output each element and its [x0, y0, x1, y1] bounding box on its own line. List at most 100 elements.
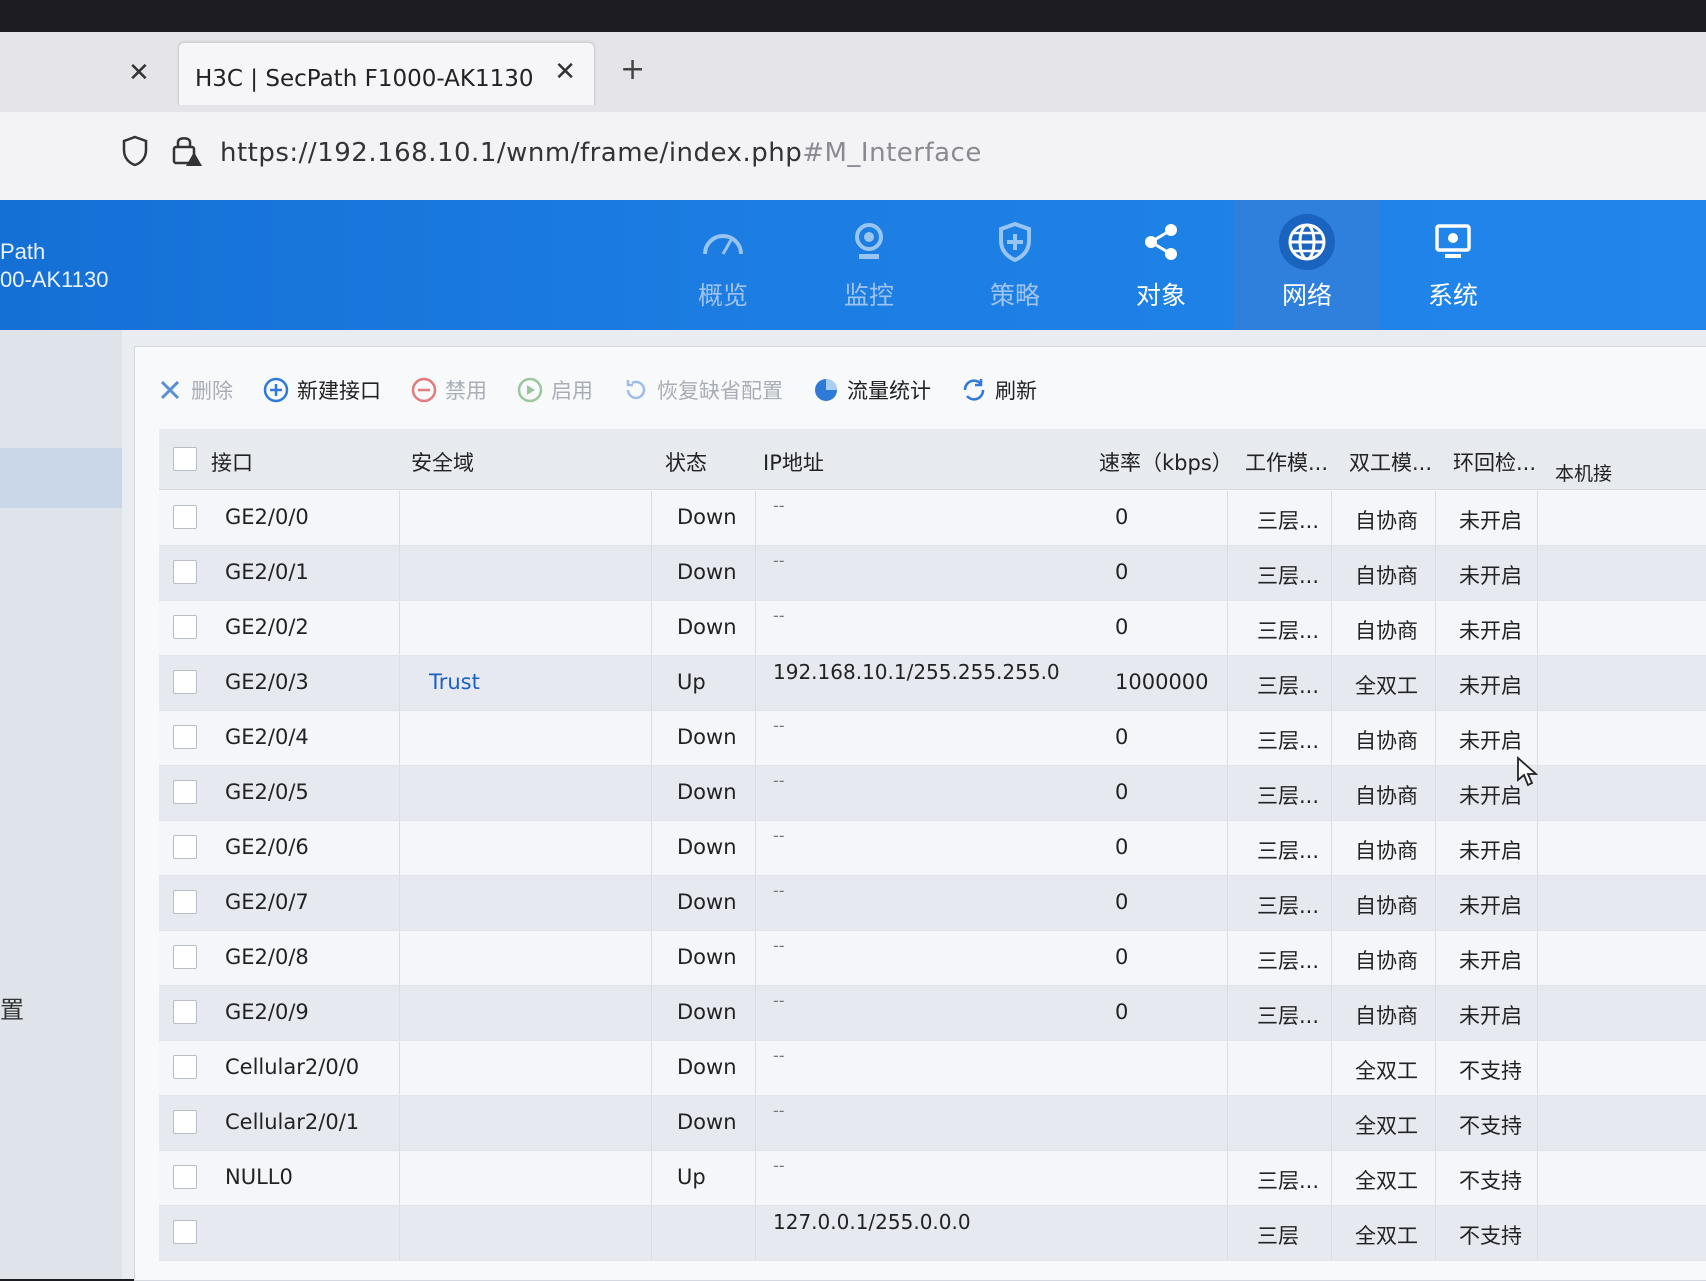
- row-checkbox[interactable]: [173, 725, 197, 749]
- nav-item-monitor[interactable]: 监控: [796, 200, 942, 330]
- col-ip[interactable]: IP地址: [763, 447, 824, 477]
- mouse-cursor-icon: [1517, 756, 1538, 787]
- row-checkbox[interactable]: [173, 945, 197, 969]
- rate-cell: 0: [1115, 945, 1129, 969]
- nav-label: 监控: [843, 281, 894, 310]
- select-all-checkbox[interactable]: [173, 447, 197, 471]
- loopback-cell: 未开启: [1459, 509, 1522, 533]
- interface-cell[interactable]: GE2/0/1: [225, 560, 309, 584]
- row-checkbox[interactable]: [173, 780, 197, 804]
- row-checkbox[interactable]: [173, 1220, 197, 1244]
- nav-item-policy[interactable]: 策略: [942, 200, 1088, 330]
- disable-button[interactable]: 禁用: [411, 375, 487, 405]
- row-checkbox[interactable]: [173, 560, 197, 584]
- col-status[interactable]: 状态: [665, 447, 707, 477]
- duplex-cell: 全双工: [1355, 1059, 1418, 1083]
- nav-item-overview[interactable]: 概览: [650, 200, 796, 330]
- minus-circle-icon: [411, 377, 437, 403]
- column-divider: [651, 656, 652, 710]
- col-rate[interactable]: 速率（kbps）: [1099, 447, 1233, 477]
- interface-cell[interactable]: GE2/0/5: [225, 780, 309, 804]
- table-row[interactable]: 127.0.0.1/255.0.0.0 三层 全双工 不支持: [159, 1206, 1706, 1261]
- ip-cell: --: [773, 716, 785, 735]
- interface-cell[interactable]: GE2/0/7: [225, 890, 309, 914]
- col-duplex[interactable]: 双工模...: [1349, 447, 1432, 477]
- restore-default-label: 恢复缺省配置: [657, 379, 783, 403]
- col-loopback[interactable]: 环回检...: [1453, 447, 1536, 477]
- interface-cell[interactable]: GE2/0/0: [225, 505, 309, 529]
- interface-cell[interactable]: GE2/0/9: [225, 1000, 309, 1024]
- new-tab-plus-icon[interactable]: +: [620, 52, 645, 87]
- interface-cell[interactable]: NULL0: [225, 1165, 293, 1189]
- delete-button[interactable]: 删除: [157, 375, 233, 405]
- ip-cell: --: [773, 1046, 785, 1065]
- column-divider: [1331, 766, 1332, 820]
- duplex-cell: 自协商: [1355, 564, 1418, 588]
- column-divider: [1331, 821, 1332, 875]
- row-checkbox[interactable]: [173, 615, 197, 639]
- loopback-cell: 不支持: [1459, 1224, 1522, 1248]
- new-interface-button[interactable]: 新建接口: [263, 375, 381, 405]
- column-divider: [651, 876, 652, 930]
- table-row[interactable]: NULL0 Up -- 三层... 全双工 不支持: [159, 1151, 1706, 1206]
- table-row[interactable]: GE2/0/5 Down -- 0 三层... 自协商 未开启: [159, 766, 1706, 821]
- sidebar-item-label[interactable]: 置: [0, 990, 24, 1025]
- table-row[interactable]: GE2/0/9 Down -- 0 三层... 自协商 未开启: [159, 986, 1706, 1041]
- lock-warning-icon[interactable]: [170, 132, 204, 168]
- tab-close-icon[interactable]: ✕: [554, 57, 576, 87]
- column-divider: [1435, 1096, 1436, 1150]
- address-bar[interactable]: https://192.168.10.1/wnm/frame/index.php…: [0, 112, 1706, 200]
- column-divider: [1435, 931, 1436, 985]
- row-checkbox[interactable]: [173, 670, 197, 694]
- row-checkbox[interactable]: [173, 505, 197, 529]
- nav-item-system[interactable]: 系统: [1380, 200, 1526, 330]
- column-divider: [1227, 766, 1228, 820]
- table-row[interactable]: GE2/0/3 Trust Up 192.168.10.1/255.255.255.0…: [159, 656, 1706, 711]
- interface-cell[interactable]: GE2/0/2: [225, 615, 309, 639]
- enable-button[interactable]: 启用: [517, 375, 593, 405]
- interface-cell[interactable]: Cellular2/0/0: [225, 1055, 359, 1079]
- table-row[interactable]: GE2/0/0 Down -- 0 三层... 自协商 未开启: [159, 491, 1706, 546]
- row-checkbox[interactable]: [173, 1110, 197, 1134]
- refresh-button[interactable]: 刷新: [961, 375, 1037, 405]
- interface-cell[interactable]: Cellular2/0/1: [225, 1110, 359, 1134]
- interface-cell[interactable]: GE2/0/8: [225, 945, 309, 969]
- duplex-cell: 自协商: [1355, 509, 1418, 533]
- col-local[interactable]: 本机接: [1555, 459, 1612, 486]
- table-row[interactable]: GE2/0/2 Down -- 0 三层... 自协商 未开启: [159, 601, 1706, 656]
- duplex-cell: 自协商: [1355, 949, 1418, 973]
- tracking-shield-icon[interactable]: [120, 134, 150, 168]
- col-zone[interactable]: 安全域: [411, 447, 474, 477]
- col-work-mode[interactable]: 工作模...: [1245, 447, 1328, 477]
- column-divider: [1331, 1151, 1332, 1205]
- refresh-icon: [961, 377, 987, 403]
- table-row[interactable]: GE2/0/8 Down -- 0 三层... 自协商 未开启: [159, 931, 1706, 986]
- table-row[interactable]: GE2/0/6 Down -- 0 三层... 自协商 未开启: [159, 821, 1706, 876]
- table-row[interactable]: GE2/0/7 Down -- 0 三层... 自协商 未开启: [159, 876, 1706, 931]
- row-checkbox[interactable]: [173, 890, 197, 914]
- row-checkbox[interactable]: [173, 1000, 197, 1024]
- table-row[interactable]: Cellular2/0/0 Down -- 全双工 不支持: [159, 1041, 1706, 1096]
- url-text[interactable]: https://192.168.10.1/wnm/frame/index.php…: [220, 138, 982, 168]
- row-checkbox[interactable]: [173, 835, 197, 859]
- loopback-cell: 未开启: [1459, 729, 1522, 753]
- interface-cell[interactable]: GE2/0/3: [225, 670, 309, 694]
- interface-cell[interactable]: GE2/0/6: [225, 835, 309, 859]
- app-header: Path 00-AK1130 概览 监控 策略 对象 网络 系统: [0, 200, 1706, 330]
- duplex-cell: 自协商: [1355, 619, 1418, 643]
- browser-tab[interactable]: H3C | SecPath F1000-AK1130 | 网 ✕: [178, 42, 595, 105]
- row-checkbox[interactable]: [173, 1055, 197, 1079]
- nav-item-object[interactable]: 对象: [1088, 200, 1234, 330]
- table-row[interactable]: Cellular2/0/1 Down -- 全双工 不支持: [159, 1096, 1706, 1151]
- traffic-stats-button[interactable]: 流量统计: [813, 375, 931, 405]
- table-row[interactable]: GE2/0/4 Down -- 0 三层... 自协商 未开启: [159, 711, 1706, 766]
- interface-cell[interactable]: GE2/0/4: [225, 725, 309, 749]
- restore-default-button[interactable]: 恢复缺省配置: [623, 375, 783, 405]
- close-icon[interactable]: ✕: [128, 58, 150, 88]
- sidebar-item-active[interactable]: [0, 448, 122, 508]
- table-row[interactable]: GE2/0/1 Down -- 0 三层... 自协商 未开启: [159, 546, 1706, 601]
- col-interface[interactable]: 接口: [211, 447, 253, 477]
- nav-item-network[interactable]: 网络: [1234, 200, 1380, 330]
- column-divider: [399, 1206, 400, 1260]
- row-checkbox[interactable]: [173, 1165, 197, 1189]
